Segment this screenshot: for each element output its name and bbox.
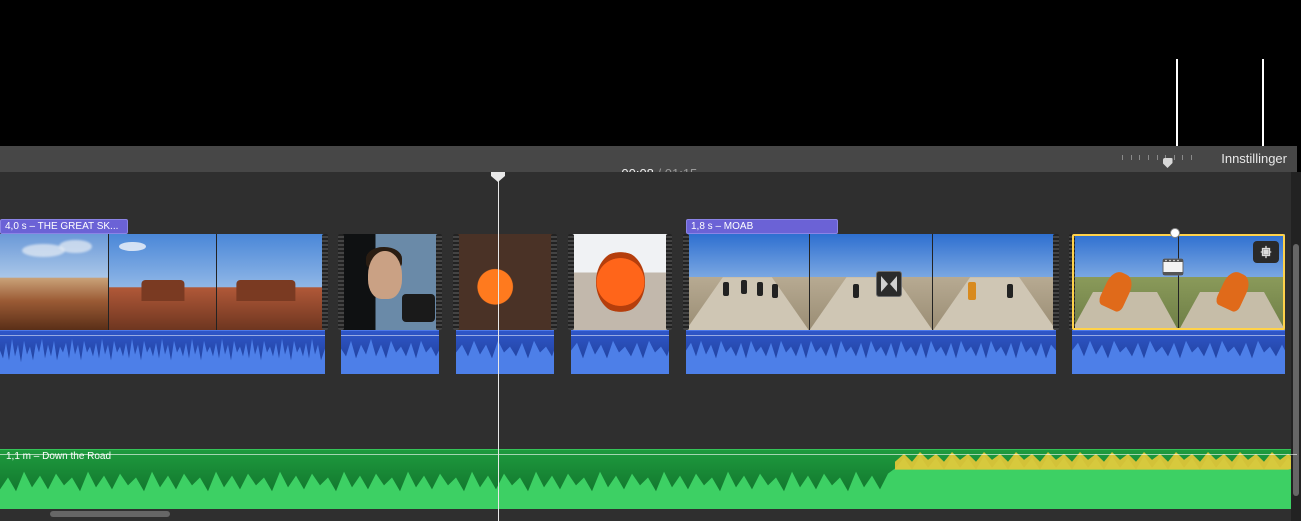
callout-zoom-slider-line xyxy=(1176,59,1178,159)
clip-thumbnail xyxy=(686,234,810,330)
vertical-scrollbar[interactable] xyxy=(1291,172,1301,521)
music-clip-label: 1,1 m – Down the Road xyxy=(0,450,117,464)
clip-thumbnail xyxy=(571,234,669,330)
video-track[interactable]: 4,0 s – THE GREAT SK... xyxy=(0,219,1297,379)
clip-thumbnails xyxy=(686,234,1056,330)
clip-audio-waveform[interactable] xyxy=(341,330,439,374)
zoom-slider-ticks xyxy=(1122,155,1192,160)
clip-audio-waveform[interactable] xyxy=(1072,330,1285,374)
clip-trim-handle-right[interactable] xyxy=(322,234,328,330)
video-clip-selected[interactable] xyxy=(1072,219,1285,379)
callout-settings-line xyxy=(1262,59,1264,152)
clip-thumbnail xyxy=(109,234,218,330)
clip-thumbnail xyxy=(0,234,109,330)
clip-thumbnail xyxy=(933,234,1056,330)
clip-thumbnail xyxy=(1072,234,1179,330)
video-clip[interactable] xyxy=(456,219,554,379)
app-canvas: 00:08 / 01:15 Innstillinger 4,0 s – THE … xyxy=(0,0,1301,521)
timeline-toolbar: 00:08 / 01:15 Innstillinger xyxy=(0,146,1297,172)
clip-thumbnail xyxy=(456,234,554,330)
clip-trim-handle-left[interactable] xyxy=(338,234,344,330)
video-clip[interactable] xyxy=(341,219,439,379)
playhead-line[interactable] xyxy=(498,172,499,521)
clip-trim-handle-left[interactable] xyxy=(683,234,689,330)
zoom-slider-knob[interactable] xyxy=(1163,158,1173,168)
clip-thumbnails xyxy=(0,234,325,330)
video-clip[interactable]: 4,0 s – THE GREAT SK... xyxy=(0,219,325,379)
clip-thumbnail xyxy=(341,234,439,330)
clip-thumbnail xyxy=(217,234,325,330)
stabilize-badge-icon[interactable] xyxy=(1253,241,1279,263)
clip-trim-handle-left[interactable] xyxy=(453,234,459,330)
keyframe-thumbnail-icon[interactable] xyxy=(1161,255,1185,279)
clip-audio-waveform[interactable] xyxy=(456,330,554,374)
music-track[interactable]: 1,1 m – Down the Road xyxy=(0,449,1297,509)
clip-volume-keyframe-handle[interactable] xyxy=(1170,228,1180,238)
clip-trim-handle-right[interactable] xyxy=(436,234,442,330)
clip-audio-waveform[interactable] xyxy=(0,330,325,374)
music-waveform xyxy=(0,450,1297,509)
clip-trim-handle-right[interactable] xyxy=(666,234,672,330)
clip-trim-handle-right[interactable] xyxy=(551,234,557,330)
vertical-scrollbar-thumb[interactable] xyxy=(1293,244,1299,496)
clip-audio-waveform[interactable] xyxy=(571,330,669,374)
settings-button[interactable]: Innstillinger xyxy=(1221,151,1287,166)
clip-trim-handle-left[interactable] xyxy=(1069,234,1075,330)
horizontal-scrollbar[interactable] xyxy=(0,509,1287,519)
zoom-slider[interactable] xyxy=(1122,155,1192,165)
video-clip[interactable] xyxy=(571,219,669,379)
clip-thumbnails xyxy=(571,234,669,330)
clip-title-tag[interactable]: 4,0 s – THE GREAT SK... xyxy=(0,219,128,234)
clip-trim-handle-left[interactable] xyxy=(568,234,574,330)
clip-thumbnails xyxy=(341,234,439,330)
clip-title-tag[interactable]: 1,8 s – MOAB xyxy=(686,219,838,234)
horizontal-scrollbar-thumb[interactable] xyxy=(50,511,170,517)
clip-audio-waveform[interactable] xyxy=(686,330,1056,374)
playhead-handle[interactable] xyxy=(491,172,505,182)
clip-thumbnail xyxy=(810,234,934,330)
music-volume-line[interactable] xyxy=(0,454,1297,455)
timeline[interactable]: 4,0 s – THE GREAT SK... xyxy=(0,172,1297,521)
clip-thumbnails xyxy=(456,234,554,330)
video-clip[interactable]: 1,8 s – MOAB xyxy=(686,219,1056,379)
transition-icon[interactable] xyxy=(876,271,902,297)
clip-trim-handle-right[interactable] xyxy=(1053,234,1059,330)
